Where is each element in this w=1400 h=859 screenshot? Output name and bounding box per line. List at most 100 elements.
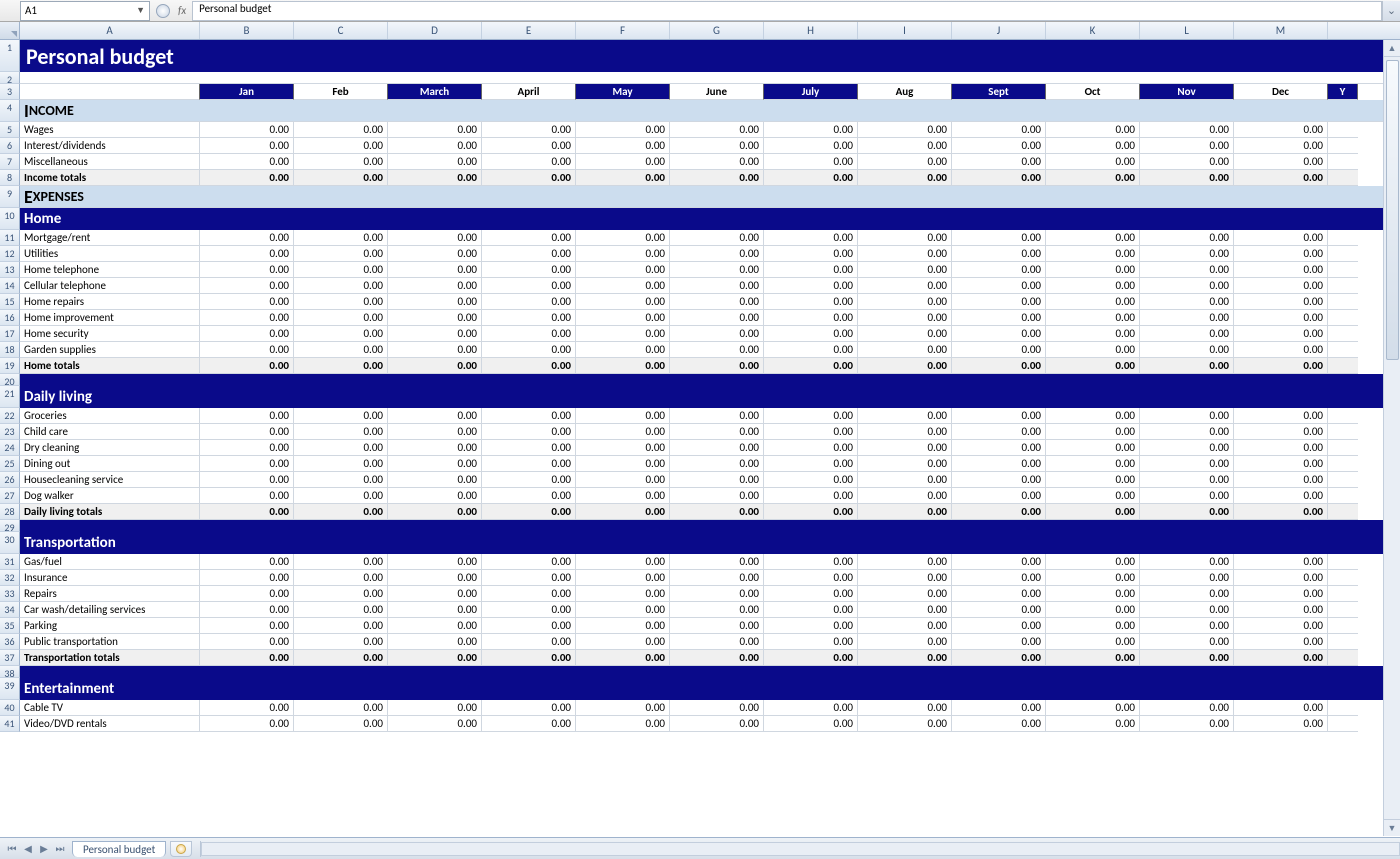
cell[interactable]: 0.00 [1046,554,1140,570]
cell[interactable]: 0.00 [1234,440,1328,456]
cell[interactable] [1328,716,1358,732]
cell[interactable]: 0.00 [294,262,388,278]
cell[interactable]: 0.00 [764,716,858,732]
cell[interactable]: 0.00 [294,342,388,358]
sheet-tab[interactable]: Personal budget [72,841,166,857]
cell[interactable]: 0.00 [1046,602,1140,618]
month-header[interactable]: Feb [294,84,388,100]
row-label[interactable]: Income totals [20,170,200,186]
cell[interactable]: 0.00 [764,602,858,618]
cell[interactable]: 0.00 [670,634,764,650]
cell[interactable]: 0.00 [764,262,858,278]
cell[interactable]: 0.00 [1140,342,1234,358]
cell[interactable]: 0.00 [388,230,482,246]
cell[interactable]: 0.00 [482,138,576,154]
row-header[interactable]: 16 [0,310,20,326]
cell[interactable]: 0.00 [952,262,1046,278]
cell[interactable]: 0.00 [482,716,576,732]
cell[interactable]: 0.00 [670,408,764,424]
expand-formula-icon[interactable]: ⌄ [1382,1,1400,21]
cell[interactable]: 0.00 [482,586,576,602]
cell[interactable]: 0.00 [200,716,294,732]
cell[interactable]: 0.00 [294,122,388,138]
cell[interactable]: 0.00 [200,122,294,138]
cell[interactable]: 0.00 [1046,440,1140,456]
select-all-corner[interactable] [0,22,20,39]
cell[interactable]: 0.00 [764,358,858,374]
cell[interactable]: 0.00 [858,440,952,456]
row-header[interactable]: 20 [0,374,20,386]
cell[interactable]: 0.00 [388,408,482,424]
cell[interactable]: 0.00 [670,554,764,570]
tab-nav-prev-icon[interactable]: ◀ [20,841,36,857]
row-header[interactable]: 15 [0,294,20,310]
cell[interactable]: 0.00 [294,138,388,154]
cell[interactable]: 0.00 [1046,246,1140,262]
cell[interactable]: 0.00 [1140,716,1234,732]
cell[interactable]: 0.00 [858,634,952,650]
cell[interactable]: 0.00 [482,262,576,278]
row-header[interactable]: 41 [0,716,20,732]
month-header[interactable]: May [576,84,670,100]
cell[interactable]: 0.00 [294,488,388,504]
cell[interactable]: 0.00 [294,650,388,666]
cell[interactable]: 0.00 [1234,278,1328,294]
cell[interactable]: 0.00 [952,246,1046,262]
cell[interactable]: 0.00 [952,424,1046,440]
cell[interactable]: 0.00 [482,170,576,186]
cell[interactable]: 0.00 [388,246,482,262]
cell[interactable]: 0.00 [576,570,670,586]
cell[interactable]: 0.00 [764,246,858,262]
cell[interactable] [1328,170,1358,186]
month-header[interactable]: March [388,84,482,100]
cell[interactable]: 0.00 [1046,342,1140,358]
cell[interactable]: 0.00 [1234,262,1328,278]
cell[interactable]: 0.00 [952,440,1046,456]
col-header-g[interactable]: G [670,22,764,39]
cell[interactable]: 0.00 [1046,310,1140,326]
cell[interactable]: 0.00 [1140,650,1234,666]
cell[interactable]: 0.00 [576,456,670,472]
cell[interactable]: 0.00 [1234,246,1328,262]
cell[interactable]: 0.00 [1046,634,1140,650]
cell[interactable]: 0.00 [1234,602,1328,618]
cell[interactable]: 0.00 [1140,456,1234,472]
cell[interactable]: 0.00 [858,570,952,586]
cell[interactable]: 0.00 [576,246,670,262]
cell[interactable]: 0.00 [482,440,576,456]
cell[interactable]: 0.00 [200,138,294,154]
scroll-up-icon[interactable]: ▲ [1384,40,1400,57]
cell[interactable]: 0.00 [576,326,670,342]
row-label[interactable]: Dining out [20,456,200,472]
cell[interactable]: 0.00 [576,310,670,326]
cell[interactable]: 0.00 [1046,294,1140,310]
row-label[interactable]: Cellular telephone [20,278,200,294]
cell[interactable]: 0.00 [670,246,764,262]
cell[interactable]: 0.00 [576,170,670,186]
row-header[interactable]: 23 [0,424,20,440]
cell[interactable] [1328,342,1358,358]
chevron-down-icon[interactable]: ▼ [136,5,145,16]
cell[interactable]: 0.00 [670,262,764,278]
cell[interactable]: 0.00 [388,424,482,440]
cell[interactable]: 0.00 [576,154,670,170]
cell[interactable]: 0.00 [1234,586,1328,602]
cell[interactable]: 0.00 [576,504,670,520]
cell[interactable]: 0.00 [1046,138,1140,154]
row-header[interactable]: 9 [0,186,20,208]
cancel-icon[interactable] [156,4,170,18]
month-header[interactable]: Sept [952,84,1046,100]
cell[interactable]: 0.00 [858,262,952,278]
cell[interactable]: 0.00 [858,716,952,732]
cell[interactable] [1328,408,1358,424]
row-label[interactable]: Wages [20,122,200,138]
row-label[interactable]: Home security [20,326,200,342]
cell[interactable]: 0.00 [1140,700,1234,716]
cell[interactable]: 0.00 [952,456,1046,472]
cell[interactable]: 0.00 [1140,358,1234,374]
cell[interactable]: 0.00 [952,586,1046,602]
cell[interactable] [1328,618,1358,634]
tab-nav-first-icon[interactable]: ⏮ [4,841,20,857]
cell[interactable]: 0.00 [858,310,952,326]
cell[interactable]: 0.00 [294,246,388,262]
